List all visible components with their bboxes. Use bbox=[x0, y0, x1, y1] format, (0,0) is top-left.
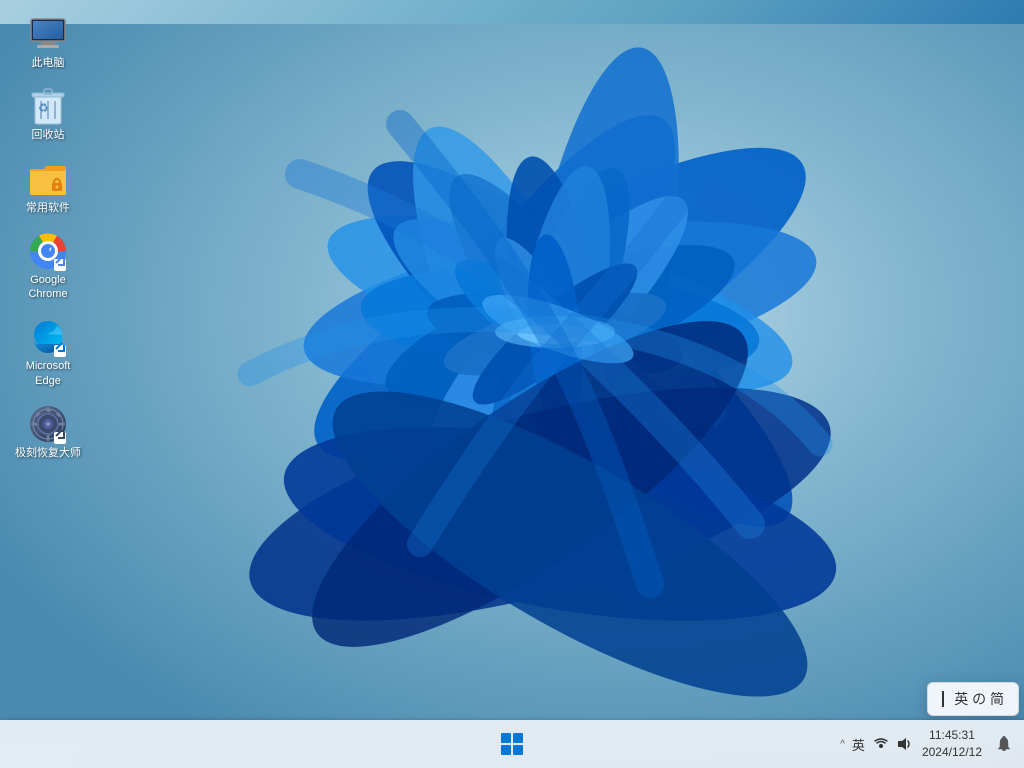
this-pc-label: 此电脑 bbox=[32, 56, 65, 70]
ime-cursor bbox=[942, 691, 944, 707]
tray-show-hidden-icons[interactable]: ^ bbox=[840, 739, 845, 750]
recycle-bin-label: 回收站 bbox=[32, 128, 65, 142]
system-tray: ^ 英 bbox=[840, 725, 1016, 763]
desktop: 此电脑 ♻ 回收站 bbox=[0, 0, 1024, 768]
win-logo-q3 bbox=[501, 745, 511, 755]
ime-popup-text: 英 の 简 bbox=[954, 689, 1004, 709]
taskbar: ^ 英 bbox=[0, 720, 1024, 768]
common-software-icon[interactable]: 常用软件 bbox=[10, 155, 86, 219]
desktop-icons: 此电脑 ♻ 回收站 bbox=[10, 10, 86, 464]
this-pc-icon[interactable]: 此电脑 bbox=[10, 10, 86, 74]
microsoft-edge-label: Microsoft Edge bbox=[14, 359, 82, 388]
recycle-bin-icon[interactable]: ♻ 回收站 bbox=[10, 82, 86, 146]
win-logo-q2 bbox=[513, 733, 523, 743]
tray-volume-icon[interactable] bbox=[894, 735, 912, 753]
recycle-bin-icon-img: ♻ bbox=[28, 86, 68, 126]
common-software-icon-img bbox=[28, 159, 68, 199]
clock-date: 2024/12/12 bbox=[922, 744, 982, 761]
taskbar-center bbox=[492, 724, 532, 764]
data-recovery-icon-img bbox=[28, 404, 68, 444]
wallpaper bbox=[0, 0, 1024, 768]
win-logo-q1 bbox=[501, 733, 511, 743]
microsoft-edge-icon[interactable]: Microsoft Edge bbox=[10, 313, 86, 392]
start-button[interactable] bbox=[492, 724, 532, 764]
clock-area[interactable]: 11:45:31 2024/12/12 bbox=[916, 725, 988, 763]
google-chrome-icon-img bbox=[28, 231, 68, 271]
ime-popup: 英 の 简 bbox=[927, 682, 1019, 716]
data-recovery-label: 极刻恢复大师 bbox=[15, 446, 81, 460]
svg-text:♻: ♻ bbox=[38, 101, 49, 115]
notification-bell[interactable] bbox=[992, 732, 1016, 756]
windows-logo bbox=[501, 733, 523, 755]
microsoft-edge-icon-img bbox=[28, 317, 68, 357]
this-pc-icon-img bbox=[28, 14, 68, 54]
tray-network-icon[interactable] bbox=[872, 735, 890, 753]
clock-time: 11:45:31 bbox=[929, 727, 975, 744]
google-chrome-icon[interactable]: Google Chrome bbox=[10, 227, 86, 306]
common-software-label: 常用软件 bbox=[26, 201, 70, 215]
win-logo-q4 bbox=[513, 745, 523, 755]
data-recovery-icon[interactable]: 极刻恢复大师 bbox=[10, 400, 86, 464]
google-chrome-label: Google Chrome bbox=[14, 273, 82, 302]
taskbar-right: ^ 英 bbox=[816, 725, 1016, 763]
tray-language[interactable]: 英 bbox=[849, 733, 868, 756]
